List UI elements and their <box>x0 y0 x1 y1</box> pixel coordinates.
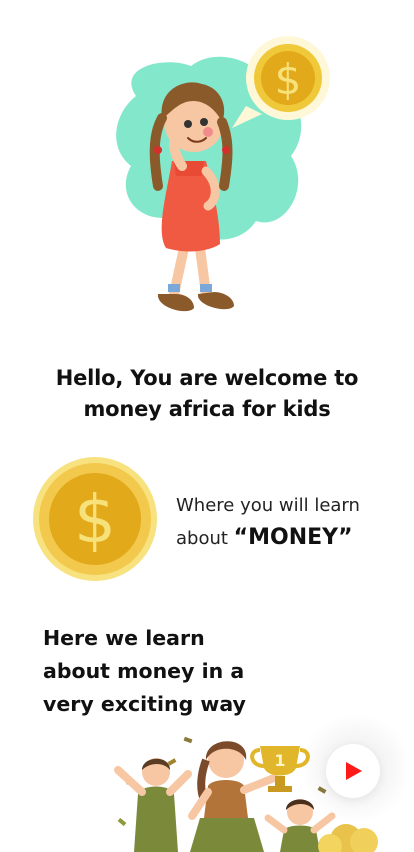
coin-dollar-sign: $ <box>275 55 302 104</box>
trophy-number: 1 <box>274 751 285 770</box>
welcome-line-2: money africa for kids <box>83 397 331 421</box>
learn-money-text: Where you will learn about “MONEY” <box>176 490 406 555</box>
exciting-way-text: Here we learn about money in a very exci… <box>43 622 273 721</box>
play-button[interactable] <box>326 744 380 798</box>
learn-line-1: Where you will learn <box>176 495 360 516</box>
learn-prefix: about <box>176 528 234 549</box>
play-icon <box>346 762 362 780</box>
welcome-title: Hello, You are welcome to money africa f… <box>20 363 394 425</box>
exciting-line-1: Here we learn <box>43 626 205 650</box>
money-highlight: “MONEY” <box>233 525 353 550</box>
welcome-line-1: Hello, You are welcome to <box>55 366 359 390</box>
learn-line-2: about “MONEY” <box>176 522 406 555</box>
girl-thinking-illustration: $ <box>116 36 330 312</box>
coin-dollar-sign: $ <box>74 481 116 558</box>
exciting-line-2: about money in a <box>43 659 245 683</box>
dollar-coin-icon: $ <box>33 457 157 581</box>
exciting-line-3: very exciting way <box>43 692 246 716</box>
